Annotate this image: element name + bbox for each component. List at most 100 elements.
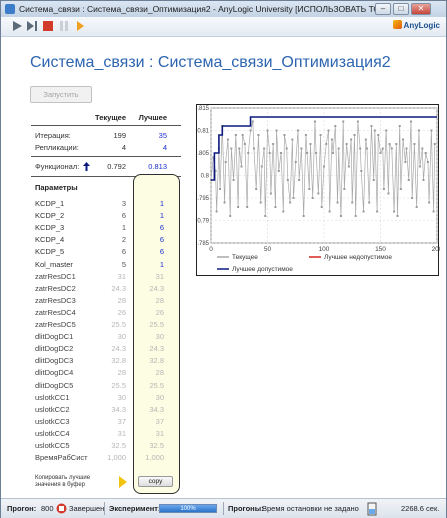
param-current: 31: [117, 271, 126, 281]
param-name: uslotkCC4: [35, 428, 70, 438]
param-current: 34.3: [111, 404, 126, 414]
current-series-point: [432, 210, 435, 213]
param-current: 6: [121, 247, 126, 257]
current-series-point: [243, 143, 246, 145]
current-series-point: [308, 188, 311, 190]
param-current: 28: [117, 368, 126, 378]
status-bar: Прогон: 800 Завершен Эксперимент: 100% П…: [1, 498, 446, 518]
param-name: zatrResDC5: [35, 320, 76, 329]
param-row: uslotkCC2 34.3 34.3: [35, 405, 175, 416]
current-series-point: [430, 129, 433, 132]
iteration-label: Итерация:: [35, 131, 71, 140]
step-icon[interactable]: [26, 20, 38, 32]
param-current: 25.5: [111, 320, 126, 329]
param-best: 32.8: [149, 356, 164, 366]
current-series-point: [407, 179, 410, 181]
iteration-current: 199: [113, 131, 126, 140]
current-series-point: [249, 129, 252, 132]
divider: [31, 125, 181, 126]
current-series-point: [421, 147, 424, 150]
current-series-point: [232, 179, 235, 181]
param-best: 6: [159, 223, 164, 233]
current-series-point: [339, 215, 342, 217]
legend-label: Текущее: [232, 254, 258, 261]
stop-icon[interactable]: [42, 20, 54, 32]
current-series-point: [315, 152, 318, 154]
param-best: 31: [155, 271, 164, 281]
param-name: zatrResDC4: [35, 307, 76, 317]
divider: [223, 502, 224, 515]
param-best: 25.5: [149, 380, 164, 390]
param-row: zatrResDC1 31 31: [35, 272, 175, 283]
param-current: 30: [117, 392, 126, 402]
param-current: 2: [121, 235, 126, 245]
param-name: dlitDogDC2: [35, 344, 74, 354]
current-series-point: [241, 134, 244, 136]
close-button[interactable]: ✕: [411, 3, 431, 15]
finished-status: Завершен: [69, 504, 105, 513]
current-series-point: [354, 215, 357, 217]
param-name: KCDP_2: [35, 211, 65, 221]
current-series-point: [259, 201, 262, 204]
debug-icon[interactable]: [74, 20, 86, 32]
run-icon[interactable]: [11, 20, 23, 32]
logo-text: AnyLogic: [403, 21, 440, 30]
maximize-button[interactable]: □: [393, 3, 409, 15]
legend-label: Лучшее допустимое: [232, 266, 293, 273]
param-row: zatrResDC3 28 28: [35, 296, 175, 307]
param-best: 25.5: [149, 320, 164, 329]
current-series-point: [393, 210, 396, 213]
current-series-point: [382, 188, 385, 190]
current-series-point: [263, 147, 266, 150]
current-series-point: [364, 138, 367, 141]
param-best: 1: [159, 211, 164, 221]
copy-button[interactable]: copy: [138, 476, 173, 487]
anylogic-app-icon: [5, 4, 15, 14]
run-button[interactable]: Запустить: [30, 86, 92, 103]
current-series-point: [317, 192, 320, 195]
current-series-point: [359, 147, 362, 150]
header-best: Лучшее: [138, 113, 167, 122]
stats-header: Текущее Лучшее: [35, 113, 175, 125]
current-series-point: [422, 179, 425, 181]
param-best: 30: [155, 392, 164, 402]
current-series-point: [350, 138, 353, 141]
window-title: Система_связи : Система_связи_Оптимизаци…: [19, 4, 391, 14]
param-row: dlitDogDC1 30 30: [35, 332, 175, 343]
param-current: 37: [117, 416, 126, 426]
current-series-point: [342, 120, 345, 123]
current-series-point: [381, 147, 384, 150]
current-series-point: [388, 143, 391, 145]
experiment-label: Эксперимент:: [109, 504, 161, 513]
param-row: KCDP_3 1 6: [35, 223, 175, 234]
minimize-button[interactable]: –: [375, 3, 391, 15]
current-series-point: [264, 215, 267, 217]
current-series-point: [240, 165, 243, 168]
param-best: 34.3: [149, 404, 164, 414]
param-best: 30: [155, 332, 164, 342]
param-row: zatrResDC5 25.5 25.5: [35, 320, 175, 331]
current-series-point: [230, 147, 233, 150]
current-series-point: [415, 206, 418, 208]
pause-icon[interactable]: [58, 20, 70, 32]
current-series-point: [428, 201, 431, 204]
param-row: KCDP_4 2 6: [35, 235, 175, 246]
x-tick-label: 200: [432, 246, 440, 253]
title-bar: Система_связи : Система_связи_Оптимизаци…: [1, 1, 446, 17]
current-series-point: [410, 120, 413, 123]
current-series-point: [280, 152, 283, 154]
param-name: dlitDogDC4: [35, 368, 74, 378]
stop-time-status: Время остановки не задано: [262, 504, 359, 513]
current-series-point: [390, 147, 393, 150]
current-series-point: [395, 143, 398, 145]
current-series-point: [320, 206, 323, 208]
current-series-point: [304, 134, 307, 136]
current-series-point: [379, 152, 382, 154]
param-name: uslotkCC1: [35, 392, 70, 402]
param-best: 32.5: [149, 441, 164, 450]
param-current: 31: [117, 428, 126, 438]
param-name: KCDP_4: [35, 235, 65, 245]
current-series-point: [376, 210, 379, 213]
current-series-point: [336, 201, 339, 204]
current-series-point: [277, 170, 280, 172]
